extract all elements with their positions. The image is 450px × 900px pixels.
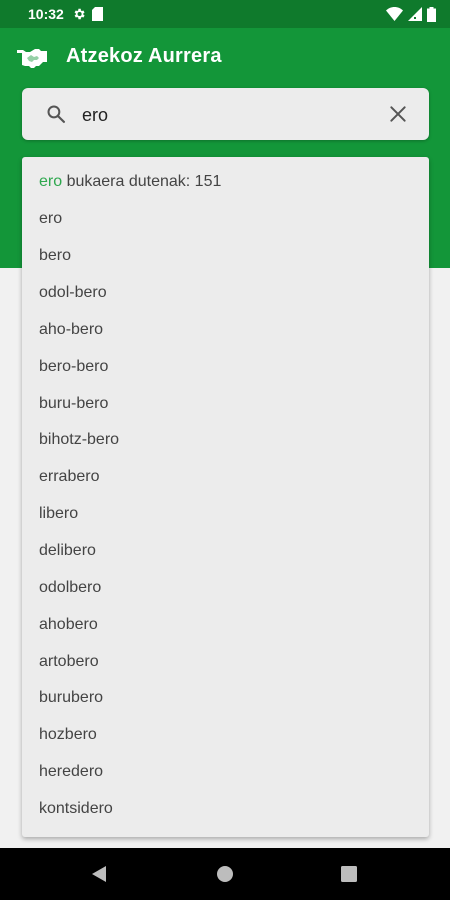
- recents-icon[interactable]: [341, 866, 357, 882]
- list-item[interactable]: ahobero: [39, 616, 98, 634]
- status-time: 10:32: [28, 6, 64, 22]
- handshake-icon: [17, 49, 47, 68]
- wifi-icon: [386, 7, 403, 21]
- list-item[interactable]: buru-bero: [39, 395, 108, 413]
- list-item[interactable]: ero: [39, 210, 62, 228]
- list-item[interactable]: heredero: [39, 763, 103, 781]
- list-item[interactable]: errabero: [39, 468, 99, 486]
- back-icon[interactable]: [90, 865, 108, 883]
- battery-icon: [427, 6, 436, 22]
- search-icon: [47, 105, 65, 123]
- search-input[interactable]: [82, 102, 372, 128]
- status-bar: 10:32: [0, 0, 450, 28]
- list-item[interactable]: bero-bero: [39, 358, 108, 376]
- gear-icon: [74, 8, 85, 20]
- app-title: Atzekoz Aurrera: [66, 45, 222, 67]
- list-item[interactable]: delibero: [39, 542, 96, 560]
- home-icon[interactable]: [216, 865, 234, 883]
- signal-icon: [408, 7, 422, 21]
- suggestions-header-highlight: ero: [39, 173, 63, 190]
- suggestions-header: ero bukaera dutenak: 151: [39, 173, 221, 191]
- list-item[interactable]: kontsidero: [39, 800, 113, 818]
- list-item[interactable]: artobero: [39, 653, 99, 671]
- suggestions-dropdown: ero bukaera dutenak: 151 ero bero odol-b…: [22, 157, 429, 837]
- close-icon[interactable]: [388, 104, 408, 124]
- list-item[interactable]: odol-bero: [39, 284, 107, 302]
- list-item[interactable]: aho-bero: [39, 321, 103, 339]
- list-item[interactable]: bero: [39, 247, 71, 265]
- sd-card-icon: [91, 7, 103, 21]
- list-item[interactable]: hozbero: [39, 726, 97, 744]
- list-item[interactable]: odolbero: [39, 579, 101, 597]
- list-item[interactable]: burubero: [39, 689, 103, 707]
- list-item[interactable]: libero: [39, 505, 78, 523]
- suggestions-header-text: bukaera dutenak: 151: [62, 173, 222, 190]
- list-item[interactable]: bihotz-bero: [39, 431, 119, 449]
